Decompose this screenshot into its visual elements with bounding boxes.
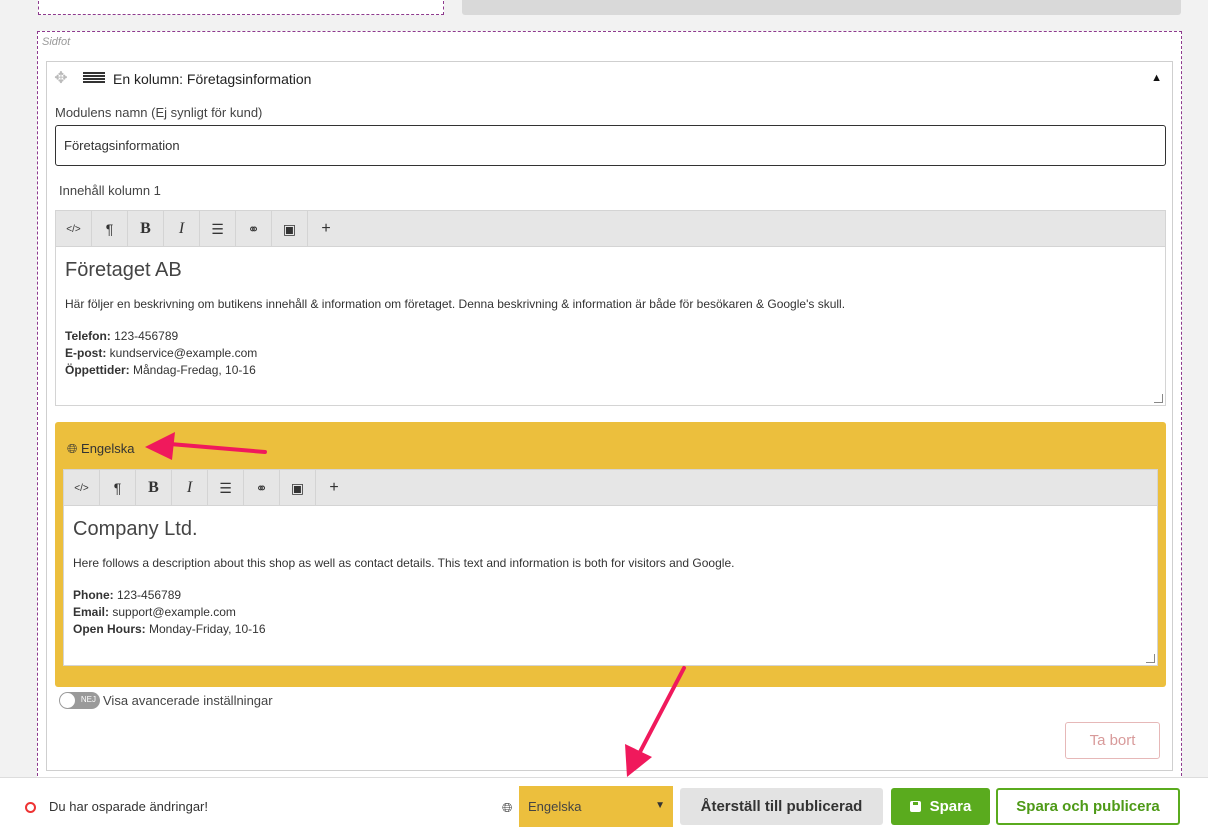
hours-line: Öppettider: Måndag-Fredag, 10-16 xyxy=(65,363,256,377)
list-icon[interactable]: ☰ xyxy=(200,211,236,247)
email-line: E-post: kundservice@example.com xyxy=(65,346,258,360)
resize-handle-icon[interactable] xyxy=(1154,394,1163,403)
advanced-settings-label: Visa avancerade inställningar xyxy=(103,693,273,708)
toggle-knob xyxy=(60,693,75,708)
editor-body[interactable]: Företaget AB Här följer en beskrivning o… xyxy=(56,247,1165,391)
plus-icon[interactable]: + xyxy=(308,211,344,247)
email-line-en: Email: support@example.com xyxy=(73,605,236,619)
editor-toolbar: </> ¶ B I ☰ ⚭ ▣ + xyxy=(56,211,1165,247)
editor-toolbar-en: </> ¶ B I ☰ ⚭ ▣ + xyxy=(64,470,1157,506)
content-heading: Företaget AB xyxy=(65,259,182,281)
remove-module-button[interactable]: Ta bort xyxy=(1065,722,1160,759)
collapse-icon[interactable]: ▲ xyxy=(1151,72,1162,84)
globe-icon: 🌐︎ xyxy=(502,800,513,815)
translation-language-label: 🌐︎ Engelska xyxy=(67,441,135,456)
image-icon[interactable]: ▣ xyxy=(272,211,308,247)
one-column-icon xyxy=(83,72,105,86)
paragraph-icon[interactable]: ¶ xyxy=(100,470,136,506)
content-description: Här följer en beskrivning om butikens in… xyxy=(65,297,846,311)
content-heading-en: Company Ltd. xyxy=(73,518,198,540)
module-name-input[interactable] xyxy=(55,125,1166,166)
phone-line-en: Phone: 123-456789 xyxy=(73,588,182,602)
save-disk-icon xyxy=(909,801,921,812)
language-select-value: Engelska xyxy=(528,799,582,814)
reset-to-published-button[interactable]: Återställ till publicerad xyxy=(680,788,883,825)
image-icon[interactable]: ▣ xyxy=(280,470,316,506)
translation-panel: 🌐︎ Engelska </> ¶ B I ☰ ⚭ ▣ + Company Lt… xyxy=(55,422,1166,687)
module-title: En kolumn: Företagsinformation xyxy=(113,71,312,87)
previous-region-box xyxy=(38,0,444,15)
dropdown-arrow-icon: ▼ xyxy=(655,800,665,811)
link-icon[interactable]: ⚭ xyxy=(236,211,272,247)
link-icon[interactable]: ⚭ xyxy=(244,470,280,506)
bottom-action-bar: Du har osparade ändringar! 🌐︎ Engelska ▼… xyxy=(0,777,1208,833)
plus-icon[interactable]: + xyxy=(316,470,352,506)
module-name-label: Modulens namn (Ej synligt för kund) xyxy=(55,105,263,120)
paragraph-icon[interactable]: ¶ xyxy=(92,211,128,247)
previous-region-panel xyxy=(462,0,1181,15)
save-and-publish-button[interactable]: Spara och publicera xyxy=(996,788,1180,825)
advanced-settings-toggle[interactable]: NEJ xyxy=(59,692,100,709)
move-handle-icon[interactable]: ✥ xyxy=(53,71,69,87)
content-description-en: Here follows a description about this sh… xyxy=(73,556,735,570)
column-content-label: Innehåll kolumn 1 xyxy=(59,183,161,198)
bold-icon[interactable]: B xyxy=(136,470,172,506)
unsaved-indicator-icon xyxy=(25,802,36,813)
hours-line-en: Open Hours: Monday-Friday, 10-16 xyxy=(73,622,266,636)
save-label: Spara xyxy=(929,798,972,815)
content-editor-en[interactable]: </> ¶ B I ☰ ⚭ ▣ + Company Ltd. Here foll… xyxy=(63,469,1158,666)
list-icon[interactable]: ☰ xyxy=(208,470,244,506)
code-icon[interactable]: </> xyxy=(56,211,92,247)
globe-icon: 🌐︎ xyxy=(67,441,78,456)
bold-icon[interactable]: B xyxy=(128,211,164,247)
save-button[interactable]: Spara xyxy=(891,788,990,825)
phone-line: Telefon: 123-456789 xyxy=(65,329,179,343)
region-label: Sidfot xyxy=(42,36,71,48)
language-select[interactable]: Engelska ▼ xyxy=(519,786,673,827)
resize-handle-icon[interactable] xyxy=(1146,654,1155,663)
content-editor-sv[interactable]: </> ¶ B I ☰ ⚭ ▣ + Företaget AB Här följe… xyxy=(55,210,1166,406)
italic-icon[interactable]: I xyxy=(172,470,208,506)
advanced-settings-row: NEJ Visa avancerade inställningar xyxy=(59,692,273,709)
unsaved-changes-text: Du har osparade ändringar! xyxy=(49,799,208,814)
code-icon[interactable]: </> xyxy=(64,470,100,506)
italic-icon[interactable]: I xyxy=(164,211,200,247)
editor-body-en[interactable]: Company Ltd. Here follows a description … xyxy=(64,506,1157,650)
module-card: ✥ En kolumn: Företagsinformation ▲ Modul… xyxy=(46,61,1173,771)
toggle-text: NEJ xyxy=(80,695,96,704)
module-header[interactable]: ✥ En kolumn: Företagsinformation ▲ xyxy=(47,62,1172,96)
